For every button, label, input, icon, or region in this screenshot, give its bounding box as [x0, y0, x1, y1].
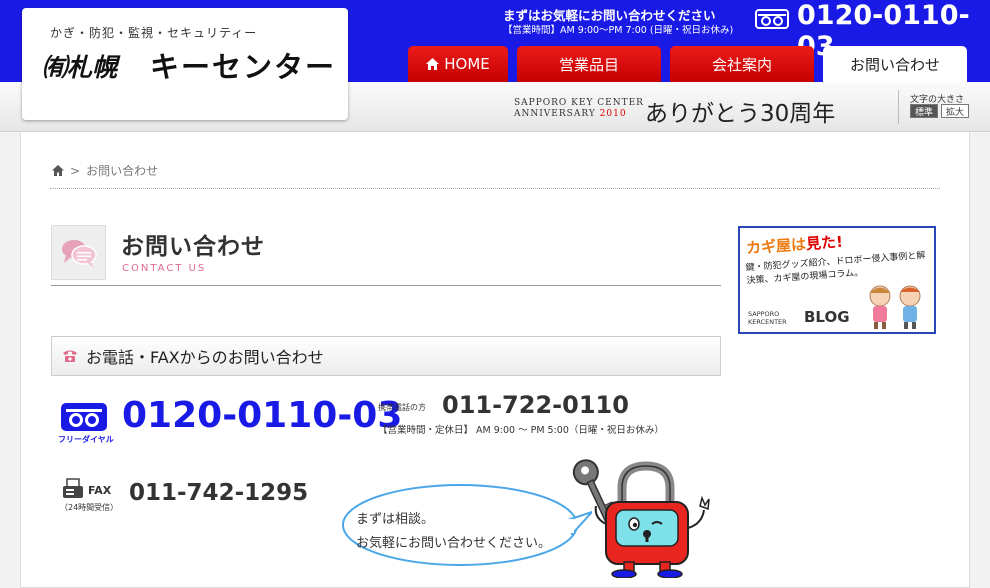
nav-home-label: HOME: [444, 55, 490, 73]
bubble-line2: お気軽にお問い合わせください。: [356, 536, 552, 551]
fax-label: FAX: [88, 484, 112, 497]
section-title: お電話・FAXからのお問い合わせ: [86, 348, 324, 367]
fax-icon: [63, 478, 83, 498]
mobile-number[interactable]: 011-722-0110: [442, 391, 629, 419]
logo-brand: キーセンター: [150, 50, 337, 84]
page-title-divider: [51, 285, 721, 286]
blog-title-part-b: 見た: [805, 233, 837, 254]
blog-banner-blog-label: BLOG: [804, 308, 850, 326]
blog-banner-title: カギ屋は見た!: [745, 231, 844, 259]
anniversary-en-line2: ANNIVERSARY 2010: [514, 109, 627, 119]
home-icon: [426, 58, 440, 70]
tollfree-number[interactable]: 0120-0110-03: [122, 395, 402, 436]
bubble-line1: まずは相談。: [356, 512, 435, 527]
anniversary-jp: ありがとう30周年: [645, 101, 836, 127]
blog-site-name-line2: KERCENTER: [748, 318, 787, 326]
fax-number: 011-742-1295: [129, 480, 309, 506]
fax-24h-note: （24時間受信）: [60, 503, 119, 512]
nav-home[interactable]: HOME: [408, 46, 508, 82]
phone-fax-section-header: お電話・FAXからのお問い合わせ: [51, 336, 721, 376]
site-logo[interactable]: かぎ・防犯・監視・セキュリティー ㈲札幌 キーセンター: [22, 8, 348, 120]
mobile-label: 携帯電話の方: [378, 403, 426, 412]
padlock-mascot-icon: [572, 459, 710, 578]
font-size-large-button[interactable]: 拡大: [941, 104, 969, 118]
breadcrumb-home-icon[interactable]: [52, 165, 64, 176]
logo-company-prefix: ㈲札幌: [42, 53, 118, 82]
font-size-standard-button[interactable]: 標準: [910, 104, 938, 118]
blog-title-part-c: !: [835, 232, 844, 252]
nav-products[interactable]: 営業品目: [517, 46, 661, 82]
header-contact-hours: 【営業時間】AM 9:00〜PM 7:00 (日曜・祝日お休み): [503, 25, 734, 36]
business-hours: 【営業時間・定休日】 AM 9:00 〜 PM 5:00（日曜・祝日お休み）: [378, 425, 664, 436]
blog-banner[interactable]: カギ屋は見た! 鍵・防犯グッズ紹介、ドロボー侵入事例と解決策、カギ屋の現場コラム…: [738, 226, 936, 334]
blog-title-part-a: カギ屋は: [745, 235, 807, 258]
freedial-icon: [755, 9, 789, 29]
freedial-label: フリーダイヤル: [58, 435, 114, 444]
nav-company-label: 会社案内: [711, 55, 772, 74]
chat-bubbles-icon: [61, 239, 97, 268]
kids-illustration-icon: [869, 285, 921, 329]
nav-company[interactable]: 会社案内: [670, 46, 814, 82]
nav-contact-label: お問い合わせ: [849, 55, 940, 74]
anniversary-en-line1: SAPPORO KEY CENTER: [514, 98, 644, 108]
freedial-logo-icon: [61, 403, 107, 431]
telephone-icon: [63, 350, 77, 362]
breadcrumb-divider: [50, 188, 940, 189]
page-subtitle: CONTACT US: [122, 263, 207, 274]
breadcrumb: > お問い合わせ: [52, 162, 158, 179]
page-title: お問い合わせ: [121, 234, 265, 260]
nav-contact[interactable]: お問い合わせ: [823, 46, 967, 82]
anniversary-label: ANNIVERSARY: [514, 109, 596, 119]
anniversary-year: 2010: [599, 109, 627, 119]
breadcrumb-separator: >: [70, 163, 81, 178]
breadcrumb-current: お問い合わせ: [86, 164, 159, 178]
blog-banner-site-name: SAPPORO KERCENTER: [748, 310, 787, 326]
header-divider: [898, 90, 899, 124]
page-title-icon-frame: [51, 225, 106, 280]
blog-site-name-line1: SAPPORO: [748, 310, 780, 318]
nav-products-label: 営業品目: [558, 55, 619, 74]
logo-tagline: かぎ・防犯・監視・セキュリティー: [50, 26, 258, 40]
